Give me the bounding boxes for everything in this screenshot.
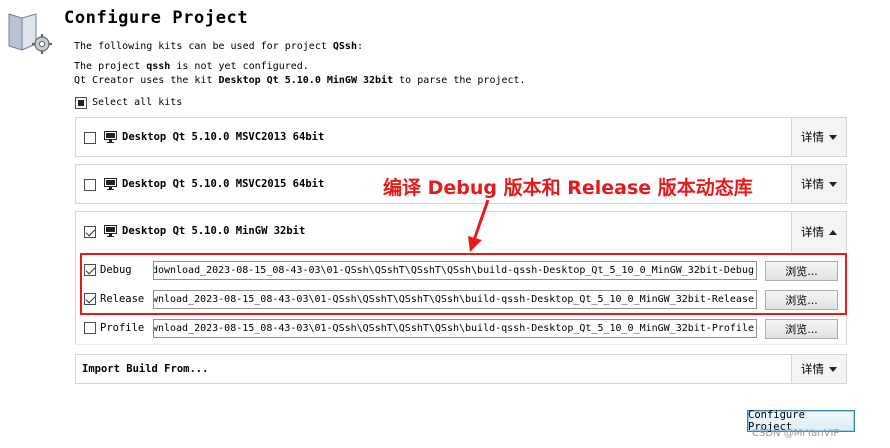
details-label: 详情 [801,225,824,239]
monitor-icon [104,131,117,143]
browse-button[interactable]: 浏览... [765,319,838,339]
kit-name: Desktop Qt 5.10.0 MinGW 32bit [122,225,306,237]
watermark: CSDN @MrYanVIP [752,428,840,439]
details-label: 详情 [801,130,824,144]
chevron-up-icon [829,229,837,235]
folder-gear-icon [8,13,52,54]
select-all-checkbox[interactable] [75,97,87,109]
annotation-text: 编译 Debug 版本和 Release 版本动态库 [383,177,753,199]
highlight-box [80,253,847,315]
details-button[interactable]: 详情 [791,212,846,252]
details-button[interactable]: 详情 [791,118,846,156]
parse-kit-text: Qt Creator uses the kit Desktop Qt 5.10.… [74,75,526,86]
chevron-down-icon [829,134,837,140]
chevron-down-icon [829,181,837,187]
monitor-icon [104,225,117,237]
details-button[interactable]: 详情 [791,165,846,203]
build-config-label: Profile [100,322,145,334]
details-label: 详情 [801,362,824,376]
kits-intro-text: The following kits can be used for proje… [74,41,364,52]
profile-path-input[interactable]: wnload_2023-08-15_08-43-03\01-QSsh\QSshT… [153,319,757,338]
arrow-icon [468,199,490,252]
kit-name: Desktop Qt 5.10.0 MSVC2013 64bit [122,131,325,143]
import-build-label: Import Build From... [82,363,209,375]
kit-checkbox-msvc2015[interactable] [84,179,96,191]
details-label: 详情 [801,177,824,191]
kit-panel-msvc2013: Desktop Qt 5.10.0 MSVC2013 64bit 详情 [75,117,847,157]
details-button[interactable]: 详情 [791,355,846,383]
kit-name: Desktop Qt 5.10.0 MSVC2015 64bit [122,178,325,190]
select-all-label: Select all kits [92,97,183,108]
import-build-panel: Import Build From... 详情 [75,354,847,384]
page-title: Configure Project [64,8,249,28]
not-configured-text: The project qssh is not yet configured. [74,61,309,72]
kit-checkbox-msvc2013[interactable] [84,132,96,144]
profile-checkbox[interactable] [84,322,96,334]
chevron-down-icon [829,366,837,372]
monitor-icon [104,178,117,190]
kit-checkbox-mingw[interactable] [84,226,96,238]
